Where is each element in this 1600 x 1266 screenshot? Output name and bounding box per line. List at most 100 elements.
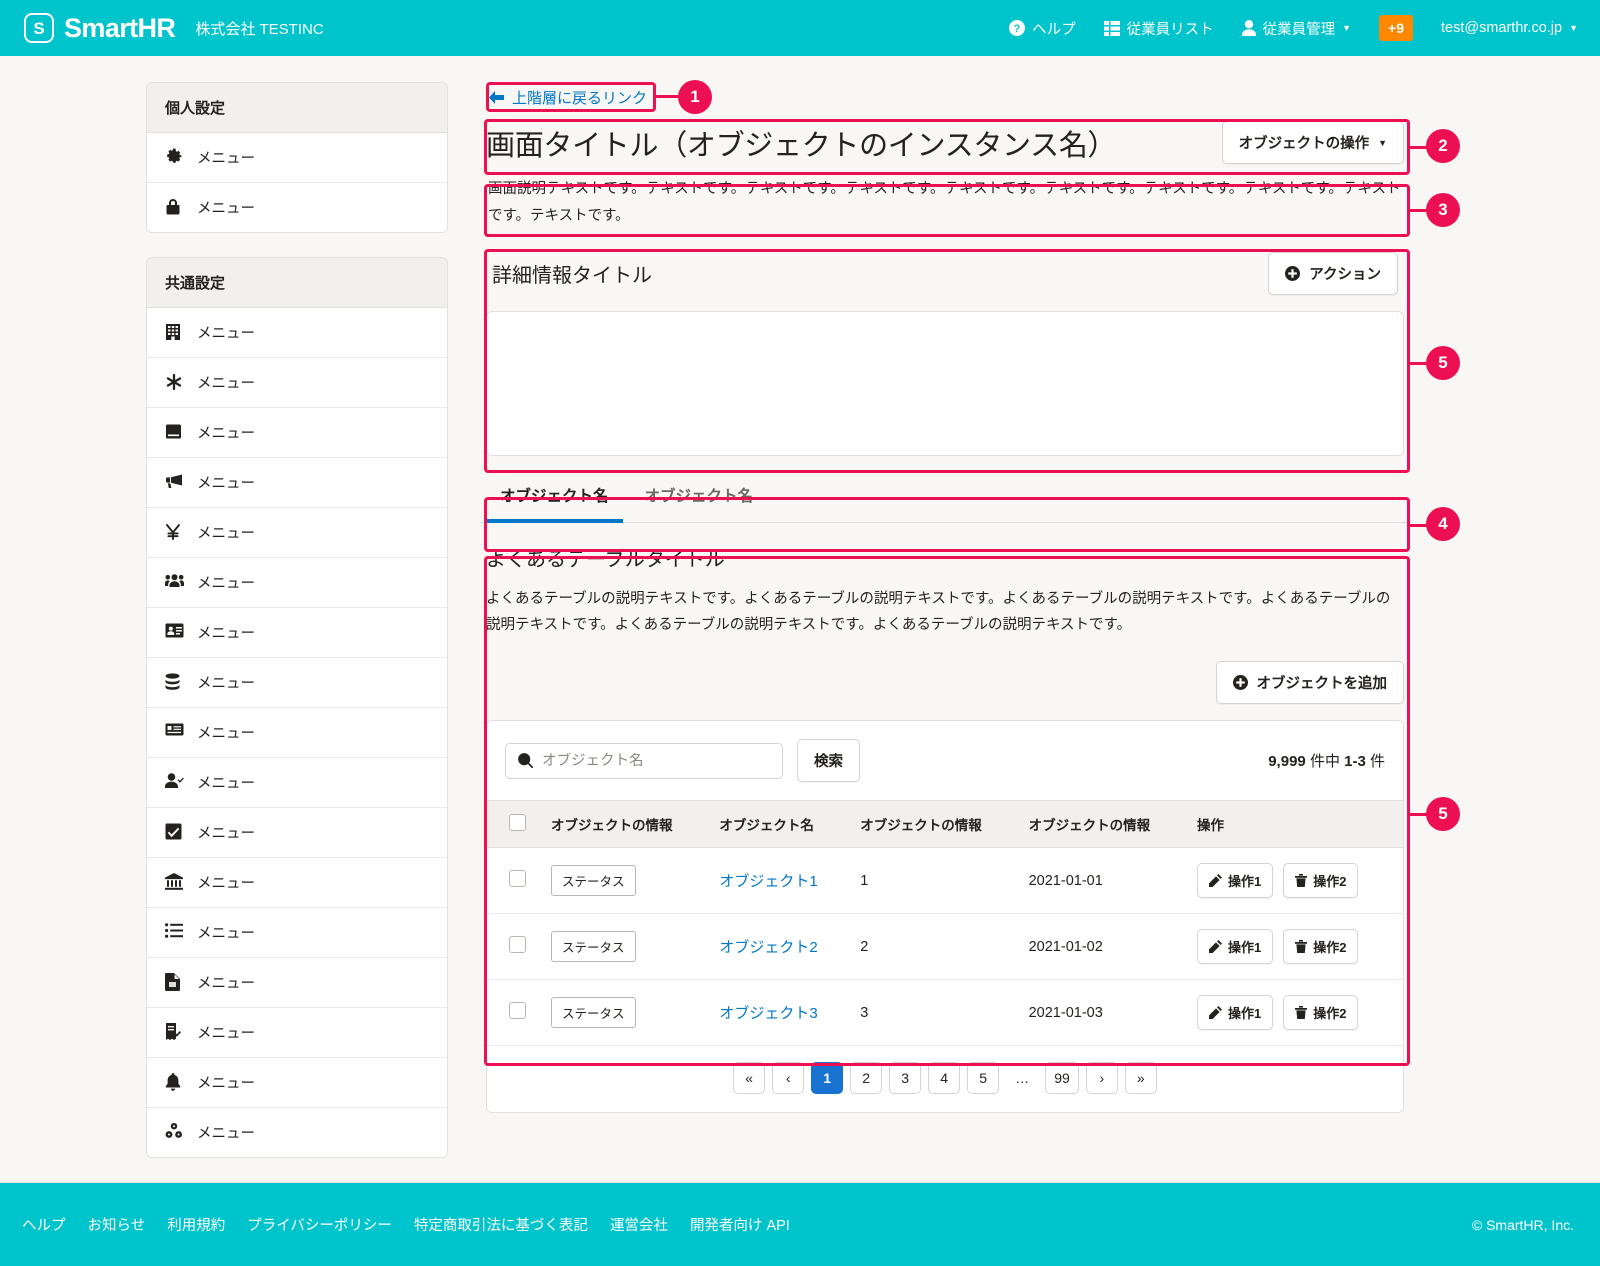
sidebar-item-payment-card[interactable]: メニュー xyxy=(147,708,447,758)
document-check-icon xyxy=(165,1023,184,1042)
sidebar-item-label: メニュー xyxy=(197,822,255,843)
footer-link-company[interactable]: 運営会社 xyxy=(610,1214,668,1235)
table-header-row: オブジェクトの情報 オブジェクト名 オブジェクトの情報 オブジェクトの情報 操作 xyxy=(487,801,1403,848)
sidebar-item-document[interactable]: メニュー xyxy=(147,958,447,1008)
row-info1-cell: 3 xyxy=(850,980,1018,1046)
search-input[interactable] xyxy=(542,753,770,769)
plus-circle-icon xyxy=(1233,675,1248,690)
table-row: ステータス オブジェクト1 1 2021-01-01 操作1 xyxy=(487,848,1403,914)
sidebar-item-bank[interactable]: メニュー xyxy=(147,858,447,908)
back-link[interactable]: 上階層に戻るリンク xyxy=(480,82,656,113)
row-checkbox[interactable] xyxy=(509,936,526,953)
tab-object-1[interactable]: オブジェクト名 xyxy=(486,472,623,523)
sidebar-item-users[interactable]: メニュー xyxy=(147,558,447,608)
sidebar-item-megaphone[interactable]: メニュー xyxy=(147,458,447,508)
plus-circle-icon xyxy=(1285,266,1300,281)
sidebar-item-bell[interactable]: メニュー xyxy=(147,1058,447,1108)
table-card: 検索 9,999 件中 1-3 件 xyxy=(486,720,1404,1113)
row-name-cell: オブジェクト2 xyxy=(709,914,850,980)
add-object-row: オブジェクトを追加 xyxy=(486,661,1404,704)
row-operations: 操作1 操作2 xyxy=(1197,929,1393,964)
row-delete-button[interactable]: 操作2 xyxy=(1283,863,1358,898)
pagination-page-3[interactable]: 3 xyxy=(889,1062,921,1094)
account-menu[interactable]: test@smarthr.co.jp ▼ xyxy=(1441,20,1578,36)
sidebar-item-gear[interactable]: メニュー xyxy=(147,133,447,183)
object-action-button[interactable]: オブジェクトの操作 ▼ xyxy=(1222,121,1404,164)
footer-link-help[interactable]: ヘルプ xyxy=(22,1214,66,1235)
nav-employee-list[interactable]: 従業員リスト xyxy=(1104,18,1214,39)
list-icon xyxy=(165,923,184,942)
notification-badge[interactable]: +9 xyxy=(1379,15,1413,41)
detail-header: 詳細情報タイトル アクション xyxy=(486,242,1404,311)
status-badge: ステータス xyxy=(551,931,636,962)
pagination-next[interactable]: › xyxy=(1086,1062,1118,1094)
main-content: 上階層に戻るリンク 画面タイトル（オブジェクトのインスタンス名） オブジェクトの… xyxy=(480,82,1410,1182)
detail-action-label: アクション xyxy=(1309,263,1381,284)
svg-text:?: ? xyxy=(1014,23,1021,35)
sidebar-item-building[interactable]: メニュー xyxy=(147,308,447,358)
chevron-down-icon: ▼ xyxy=(1569,23,1578,33)
row-checkbox[interactable] xyxy=(509,1002,526,1019)
sidebar-item-database[interactable]: メニュー xyxy=(147,658,447,708)
row-delete-button[interactable]: 操作2 xyxy=(1283,995,1358,1030)
add-object-button[interactable]: オブジェクトを追加 xyxy=(1216,661,1405,704)
lock-icon xyxy=(165,198,184,217)
row-edit-label: 操作1 xyxy=(1228,1003,1261,1022)
object-link[interactable]: オブジェクト2 xyxy=(719,939,817,956)
count-unit-end: 件 xyxy=(1370,753,1385,770)
footer-link-developer-api[interactable]: 開発者向け API xyxy=(690,1214,790,1235)
pagination-prev[interactable]: ‹ xyxy=(772,1062,804,1094)
pencil-icon xyxy=(1209,940,1222,953)
table-head: オブジェクトの情報 オブジェクト名 オブジェクトの情報 オブジェクトの情報 操作 xyxy=(487,801,1403,848)
annotation-number-1: 1 xyxy=(678,80,712,114)
annotation-number-4: 4 xyxy=(1426,507,1460,541)
row-edit-button[interactable]: 操作1 xyxy=(1197,863,1273,898)
sidebar-item-book[interactable]: メニュー xyxy=(147,408,447,458)
pagination-page-4[interactable]: 4 xyxy=(928,1062,960,1094)
pagination-last[interactable]: » xyxy=(1125,1062,1157,1094)
footer-link-news[interactable]: お知らせ xyxy=(88,1214,146,1235)
sidebar-item-id-card[interactable]: メニュー xyxy=(147,608,447,658)
row-delete-button[interactable]: 操作2 xyxy=(1283,929,1358,964)
sidebar-item-list[interactable]: メニュー xyxy=(147,908,447,958)
chevron-down-icon: ▼ xyxy=(1378,138,1387,148)
sidebar-item-asterisk[interactable]: メニュー xyxy=(147,358,447,408)
footer-link-privacy[interactable]: プライバシーポリシー xyxy=(247,1214,392,1235)
sidebar-item-user-check[interactable]: メニュー xyxy=(147,758,447,808)
sidebar-item-yen[interactable]: メニュー xyxy=(147,508,447,558)
sidebar-item-lock[interactable]: メニュー xyxy=(147,183,447,232)
footer-link-terms[interactable]: 利用規約 xyxy=(167,1214,225,1235)
nav-help[interactable]: ? ヘルプ xyxy=(1009,18,1076,39)
row-edit-button[interactable]: 操作1 xyxy=(1197,929,1273,964)
tab-bar: オブジェクト名 オブジェクト名 xyxy=(480,464,1410,523)
footer-link-commerce-law[interactable]: 特定商取引法に基づく表記 xyxy=(414,1214,588,1235)
sidebar-group-title: 個人設定 xyxy=(147,83,447,133)
row-checkbox[interactable] xyxy=(509,870,526,887)
sidebar-item-blocks[interactable]: メニュー xyxy=(147,1108,447,1157)
row-name-cell: オブジェクト3 xyxy=(709,980,850,1046)
search-button[interactable]: 検索 xyxy=(797,739,860,782)
pagination-page-last[interactable]: 99 xyxy=(1045,1062,1079,1094)
brand-logo[interactable]: S SmartHR xyxy=(24,13,175,44)
table-toolbar: 検索 9,999 件中 1-3 件 xyxy=(487,721,1403,800)
object-link[interactable]: オブジェクト3 xyxy=(719,1005,817,1022)
help-circle-icon: ? xyxy=(1009,20,1025,36)
table-body: ステータス オブジェクト1 1 2021-01-01 操作1 xyxy=(487,848,1403,1046)
search-field-wrapper[interactable] xyxy=(505,743,783,779)
nav-employee-admin[interactable]: 従業員管理 ▼ xyxy=(1242,18,1351,39)
pagination-page-1[interactable]: 1 xyxy=(811,1062,843,1094)
pagination-first[interactable]: « xyxy=(733,1062,765,1094)
row-edit-button[interactable]: 操作1 xyxy=(1197,995,1273,1030)
sidebar-item-document-check[interactable]: メニュー xyxy=(147,1008,447,1058)
tab-object-2[interactable]: オブジェクト名 xyxy=(631,472,768,523)
detail-action-button[interactable]: アクション xyxy=(1268,252,1398,295)
pagination-page-5[interactable]: 5 xyxy=(967,1062,999,1094)
object-link[interactable]: オブジェクト1 xyxy=(719,873,817,890)
sidebar-item-checkbox[interactable]: メニュー xyxy=(147,808,447,858)
header-col-1: オブジェクトの情報 xyxy=(541,801,709,848)
page-title: 画面タイトル（オブジェクトのインスタンス名） xyxy=(486,122,1116,164)
select-all-checkbox[interactable] xyxy=(509,814,526,831)
pagination-page-2[interactable]: 2 xyxy=(850,1062,882,1094)
row-status-cell: ステータス xyxy=(541,914,709,980)
logo-text: SmartHR xyxy=(64,13,175,44)
